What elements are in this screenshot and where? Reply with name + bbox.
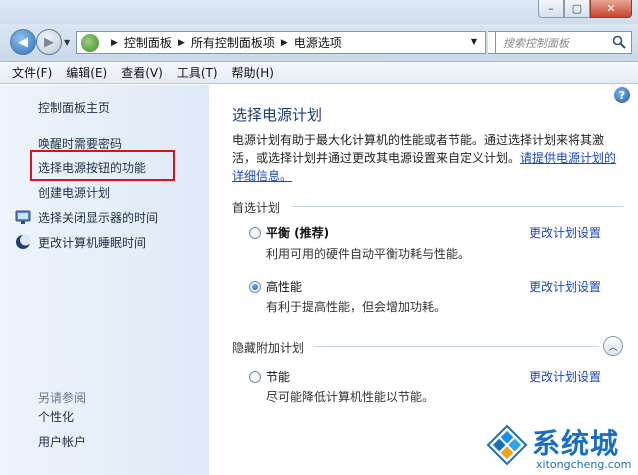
page-title: 选择电源计划 bbox=[232, 106, 323, 124]
plan-power-saver-settings-link[interactable]: 更改计划设置 bbox=[529, 368, 601, 385]
search-placeholder: 搜索控制面板 bbox=[503, 36, 569, 50]
menu-help[interactable]: 帮助(H) bbox=[232, 64, 274, 81]
hidden-plans-header: 隐藏附加计划 bbox=[232, 341, 305, 355]
breadcrumb-control-panel[interactable]: 控制面板 bbox=[124, 34, 172, 51]
moon-icon bbox=[16, 234, 31, 249]
close-button[interactable]: ✕ bbox=[590, 0, 632, 18]
search-input[interactable]: 搜索控制面板 bbox=[495, 31, 632, 54]
breadcrumb-all-items[interactable]: 所有控制面板项 bbox=[191, 34, 275, 51]
sidebar-item-home[interactable]: 控制面板主页 bbox=[38, 99, 110, 116]
address-dropdown-icon[interactable]: ▼ bbox=[471, 37, 477, 46]
control-panel-icon bbox=[81, 33, 99, 52]
plan-high-performance-radio[interactable] bbox=[249, 281, 261, 293]
collapse-button[interactable]: ︿ bbox=[603, 336, 623, 356]
plan-high-performance-desc: 有利于提高性能，但会增加功耗。 bbox=[266, 300, 447, 314]
minimize-button[interactable]: – bbox=[538, 0, 564, 18]
forward-button[interactable]: ▶ bbox=[36, 29, 62, 55]
maximize-button[interactable]: ▢ bbox=[564, 0, 590, 18]
windows-logo-icon bbox=[486, 424, 528, 466]
plan-high-performance-settings-link[interactable]: 更改计划设置 bbox=[529, 278, 601, 295]
see-also-heading: 另请参阅 bbox=[38, 391, 87, 405]
monitor-icon bbox=[15, 210, 31, 224]
sidebar-item-create-plan[interactable]: 创建电源计划 bbox=[38, 184, 110, 201]
plan-balanced-settings-link[interactable]: 更改计划设置 bbox=[529, 224, 601, 241]
plan-balanced-radio[interactable] bbox=[249, 227, 261, 239]
plan-balanced-name[interactable]: 平衡 (推荐) bbox=[266, 224, 329, 241]
plan-high-performance-name[interactable]: 高性能 bbox=[266, 278, 302, 295]
plan-power-saver-desc: 尽可能降低计算机性能以节能。 bbox=[266, 390, 435, 404]
help-icon[interactable]: ? bbox=[614, 87, 630, 103]
title-bar: – ▢ ✕ bbox=[0, 0, 638, 24]
page-description: 电源计划有助于最大化计算机的性能或者节能。通过选择计划来将其激活，或选择计划并通… bbox=[232, 131, 624, 185]
menu-bar: 文件(F) 编辑(E) 查看(V) 工具(T) 帮助(H) bbox=[0, 62, 638, 84]
sidebar-item-display-off[interactable]: 选择关闭显示器的时间 bbox=[38, 209, 158, 226]
search-icon[interactable] bbox=[612, 35, 626, 49]
menu-edit[interactable]: 编辑(E) bbox=[66, 64, 107, 81]
breadcrumb: ▶ 控制面板 ▶ 所有控制面板项 ▶ 电源选项 bbox=[111, 34, 342, 51]
back-button[interactable]: ◀ bbox=[10, 29, 36, 55]
menu-view[interactable]: 查看(V) bbox=[121, 64, 163, 81]
plan-power-saver-name[interactable]: 节能 bbox=[266, 368, 290, 385]
breadcrumb-power-options[interactable]: 电源选项 bbox=[294, 34, 342, 51]
highlight-box bbox=[30, 150, 175, 181]
watermark: 系统城 xitongcheng.com bbox=[480, 420, 638, 475]
window-controls: – ▢ ✕ bbox=[538, 0, 632, 18]
watermark-url: xitongcheng.com bbox=[536, 458, 632, 471]
group-divider bbox=[292, 206, 623, 207]
navigation-bar: ◀ ▶ ▼ ▶ 控制面板 ▶ 所有控制面板项 ▶ 电源选项 ▼ ↻ 搜索控制面板 bbox=[0, 24, 638, 62]
address-bar[interactable]: ▶ 控制面板 ▶ 所有控制面板项 ▶ 电源选项 ▼ bbox=[76, 31, 486, 54]
watermark-title: 系统城 bbox=[532, 427, 620, 460]
sidebar-item-user-accounts[interactable]: 用户帐户 bbox=[38, 433, 86, 450]
plan-power-saver-radio[interactable] bbox=[249, 371, 261, 383]
plan-balanced-desc: 利用可用的硬件自动平衡功耗与性能。 bbox=[266, 247, 471, 261]
menu-file[interactable]: 文件(F) bbox=[12, 64, 52, 81]
recent-pages-dropdown-icon[interactable]: ▼ bbox=[64, 38, 70, 47]
group-divider bbox=[314, 346, 599, 347]
sidebar-item-personalization[interactable]: 个性化 bbox=[38, 408, 74, 425]
preferred-plans-header: 首选计划 bbox=[232, 201, 281, 215]
sidebar-item-sleep[interactable]: 更改计算机睡眠时间 bbox=[38, 234, 146, 251]
menu-tools[interactable]: 工具(T) bbox=[177, 64, 218, 81]
